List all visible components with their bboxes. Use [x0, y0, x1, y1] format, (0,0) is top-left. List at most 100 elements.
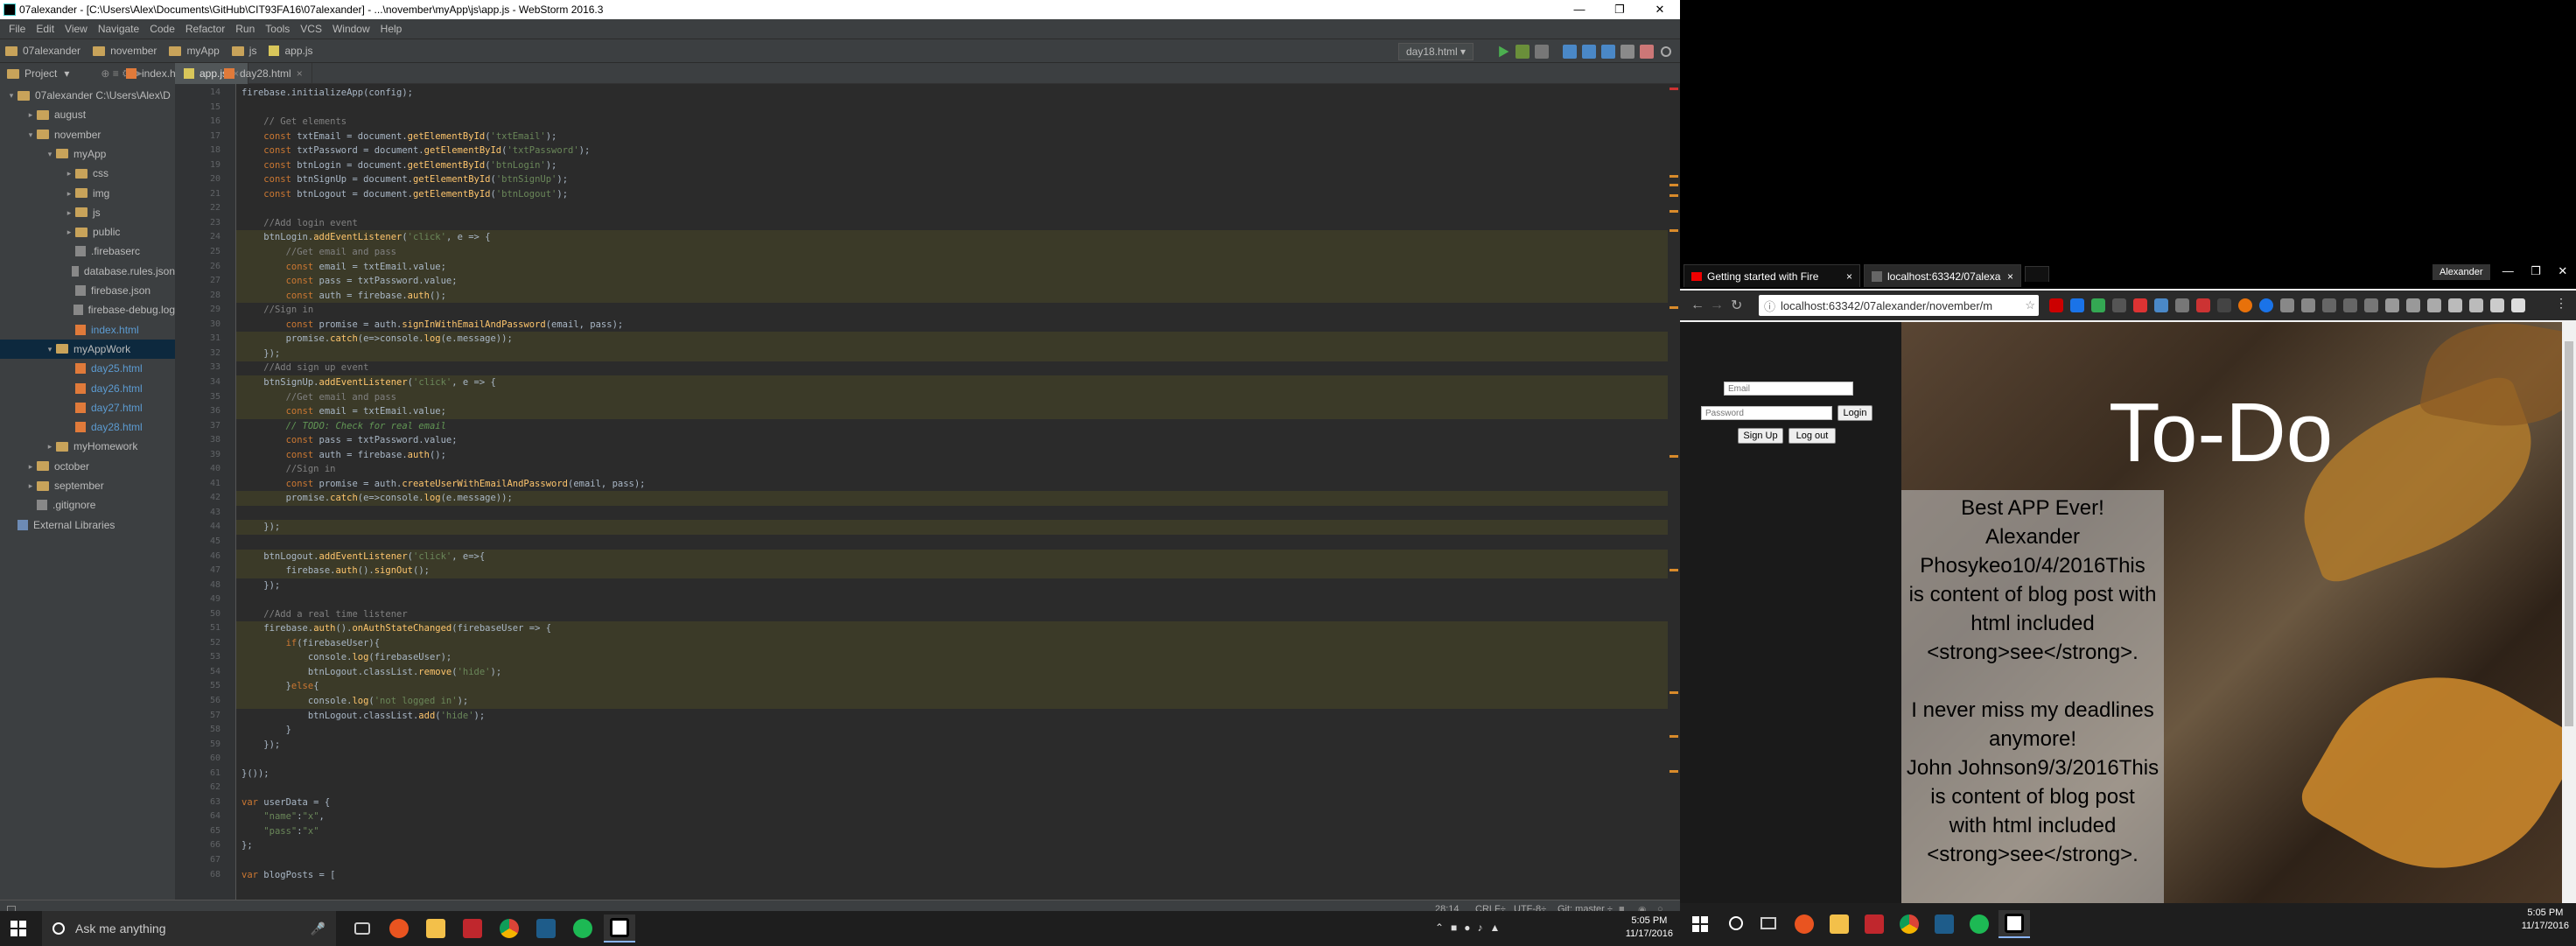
code-line[interactable]: const txtPassword = document.getElementB…: [236, 144, 1680, 158]
code-line[interactable]: //Add sign up event: [236, 361, 1680, 375]
close-tab-icon[interactable]: ×: [2007, 270, 2013, 283]
code-line[interactable]: //Add a real time listener: [236, 607, 1680, 622]
taskbar-clock[interactable]: 5:05 PM 11/17/2016: [2522, 907, 2569, 933]
code-line[interactable]: [236, 853, 1680, 868]
breadcrumb-file[interactable]: app.js: [269, 45, 313, 57]
address-bar[interactable]: ⓘ localhost:63342/07alexander/november/m ☆: [1759, 295, 2039, 316]
code-line[interactable]: [236, 592, 1680, 607]
breadcrumb-js[interactable]: js: [231, 45, 256, 57]
extension-icon[interactable]: [2490, 298, 2504, 312]
menu-navigate[interactable]: Navigate: [93, 23, 144, 35]
warning-marker[interactable]: [1670, 691, 1678, 694]
code-line[interactable]: const promise = auth.signInWithEmailAndP…: [236, 318, 1680, 333]
restore-button[interactable]: ❐: [2530, 264, 2541, 282]
extension-icon[interactable]: [2343, 298, 2357, 312]
code-line[interactable]: });: [236, 520, 1680, 536]
extension-icon[interactable]: [2511, 298, 2525, 312]
code-line[interactable]: });: [236, 578, 1680, 593]
cortana-icon[interactable]: [1729, 916, 1743, 930]
webstorm-active-icon[interactable]: [1998, 910, 2030, 938]
code-line[interactable]: firebase.initializeApp(config);: [236, 86, 1680, 101]
tree-item[interactable]: day26.html: [0, 379, 175, 398]
menu-view[interactable]: View: [60, 23, 93, 35]
chrome-icon[interactable]: [494, 914, 525, 942]
code-line[interactable]: "name":"x",: [236, 809, 1680, 824]
expand-arrow-icon[interactable]: ▾: [44, 144, 56, 164]
revert-icon[interactable]: [1640, 45, 1654, 59]
code-line[interactable]: btnLogout.classList.remove('hide');: [236, 664, 1680, 680]
code-line[interactable]: firebase.auth().signOut();: [236, 564, 1680, 578]
breadcrumb-myapp[interactable]: myApp: [169, 45, 220, 57]
collapse-arrow-icon[interactable]: ▸: [44, 437, 56, 456]
tree-item[interactable]: ▸ august: [0, 105, 175, 124]
sign-up-button[interactable]: Sign Up: [1738, 428, 1783, 444]
code-line[interactable]: }: [236, 723, 1680, 738]
code-line[interactable]: const auth = firebase.auth();: [236, 288, 1680, 304]
expand-arrow-icon[interactable]: ▾: [5, 86, 18, 105]
pdf-app-icon[interactable]: [1858, 910, 1890, 938]
tree-item[interactable]: ▾ november: [0, 125, 175, 144]
extension-icon[interactable]: [2259, 298, 2273, 312]
code-line[interactable]: btnLogin.addEventListener('click', e => …: [236, 230, 1680, 246]
menu-edit[interactable]: Edit: [31, 23, 60, 35]
code-line[interactable]: promise.catch(e=>console.log(e.message))…: [236, 332, 1680, 347]
code-line[interactable]: // Get elements: [236, 115, 1680, 130]
code-line[interactable]: const pass = txtPassword.value;: [236, 433, 1680, 448]
webstorm-active-icon[interactable]: [604, 914, 635, 942]
tree-item[interactable]: .gitignore: [0, 495, 175, 515]
task-view-icon[interactable]: [1760, 917, 1776, 929]
code-line[interactable]: var userData = {: [236, 795, 1680, 810]
tree-item[interactable]: ▾ myAppWork: [0, 339, 175, 359]
close-button[interactable]: ✕: [2558, 264, 2567, 282]
code-line[interactable]: [236, 535, 1680, 550]
code-line[interactable]: const email = txtEmail.value;: [236, 259, 1680, 275]
menu-file[interactable]: File: [4, 23, 31, 35]
extension-icon[interactable]: [2364, 298, 2378, 312]
code-line[interactable]: const email = txtEmail.value;: [236, 404, 1680, 419]
code-line[interactable]: [236, 752, 1680, 767]
extension-icon[interactable]: [2133, 298, 2147, 312]
code-line[interactable]: }else{: [236, 679, 1680, 695]
code-line[interactable]: // TODO: Check for real email: [236, 419, 1680, 434]
breadcrumb-project[interactable]: 07alexander: [5, 45, 80, 57]
code-line[interactable]: //Sign in: [236, 303, 1680, 318]
ubuntu-app-icon[interactable]: [383, 914, 415, 942]
webstorm-taskbar-icon[interactable]: [530, 914, 562, 942]
warning-marker[interactable]: [1670, 184, 1678, 186]
ubuntu-app-icon[interactable]: [1788, 910, 1820, 938]
file-explorer-icon[interactable]: [1824, 910, 1855, 938]
tree-item[interactable]: ▾ 07alexander C:\Users\Alex\D: [0, 86, 175, 105]
collapse-arrow-icon[interactable]: ▸: [24, 476, 37, 495]
close-tab-icon[interactable]: ×: [297, 67, 303, 80]
code-line[interactable]: [236, 201, 1680, 216]
page-scrollbar-thumb[interactable]: [2565, 341, 2573, 726]
extension-icon[interactable]: [2280, 298, 2294, 312]
code-line[interactable]: "pass":"x": [236, 824, 1680, 839]
tree-item[interactable]: ▸ myHomework: [0, 437, 175, 456]
email-input[interactable]: [1724, 382, 1853, 396]
extension-icon[interactable]: [2385, 298, 2399, 312]
run-configuration-select[interactable]: day18.html ▾: [1398, 43, 1474, 60]
code-line[interactable]: const btnLogin = document.getElementById…: [236, 158, 1680, 173]
warning-marker[interactable]: [1670, 194, 1678, 197]
warning-marker[interactable]: [1670, 175, 1678, 178]
file-explorer-icon[interactable]: [420, 914, 452, 942]
tree-item[interactable]: index.html: [0, 320, 175, 340]
code-line[interactable]: };: [236, 838, 1680, 853]
menu-window[interactable]: Window: [327, 23, 375, 35]
tree-item[interactable]: day28.html: [0, 417, 175, 437]
warning-marker[interactable]: [1670, 569, 1678, 571]
warning-marker[interactable]: [1670, 306, 1678, 309]
menu-tools[interactable]: Tools: [260, 23, 295, 35]
start-icon[interactable]: [1692, 916, 1708, 932]
code-line[interactable]: btnSignUp.addEventListener('click', e =>…: [236, 375, 1680, 390]
log-out-button[interactable]: Log out: [1788, 428, 1836, 444]
tree-item[interactable]: External Libraries: [0, 515, 175, 535]
code-line[interactable]: if(firebaseUser){: [236, 635, 1680, 651]
tree-item[interactable]: database.rules.json: [0, 262, 175, 281]
adblock-icon[interactable]: [2049, 298, 2063, 312]
code-line[interactable]: console.log('not logged in');: [236, 694, 1680, 709]
code-line[interactable]: [236, 506, 1680, 521]
new-tab-button[interactable]: [2025, 266, 2049, 282]
forward-icon[interactable]: →: [1710, 298, 1724, 313]
